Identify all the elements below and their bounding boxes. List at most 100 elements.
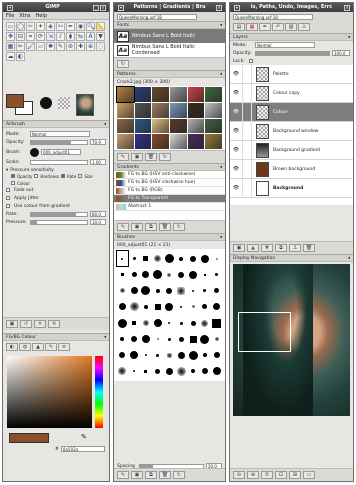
brush-swatch[interactable] (176, 364, 187, 379)
brush-swatch[interactable] (199, 332, 210, 347)
bucket-fill-tool-icon[interactable]: ▼ (96, 32, 105, 41)
gradient-item[interactable]: FG to BG (HSV clockwise hue) (114, 179, 225, 187)
layer-row[interactable]: 👁 Palette (230, 65, 353, 84)
delete-options-icon[interactable]: ✕ (34, 320, 46, 328)
brush-swatch[interactable] (188, 251, 199, 266)
pattern-swatch[interactable] (205, 87, 222, 102)
brush-indicator[interactable] (40, 97, 52, 109)
lower-layer-icon[interactable]: ▼ (261, 244, 273, 252)
brush-swatch[interactable] (141, 348, 152, 363)
pattern-swatch[interactable] (187, 87, 205, 102)
pattern-swatch[interactable] (205, 134, 222, 149)
brush-name-field[interactable]: 000_adjust01 (41, 149, 81, 155)
refresh-pattern-icon[interactable]: ↻ (159, 153, 171, 161)
new-pattern-icon[interactable]: ▣ (131, 153, 143, 161)
brush-swatch[interactable] (116, 249, 129, 268)
brush-swatch[interactable] (176, 316, 187, 331)
brush-swatch[interactable] (117, 299, 128, 314)
brush-swatch[interactable] (199, 364, 210, 379)
brush-swatch[interactable] (176, 283, 187, 298)
pencil-tool-icon[interactable]: ✏ (16, 42, 25, 51)
zoom-tool-icon[interactable]: 🔍 (86, 22, 95, 31)
perspective-clone-tool-icon[interactable]: ⊕ (86, 42, 95, 51)
brush-swatch[interactable] (117, 316, 128, 331)
visibility-eye-icon[interactable]: 👁 (230, 185, 242, 191)
panel-menu-icon[interactable]: ◂ (220, 234, 222, 240)
brush-swatch[interactable] (199, 316, 210, 331)
panel-menu-icon[interactable]: ◂ (348, 34, 350, 40)
brush-swatch[interactable] (152, 348, 163, 363)
gradient-item[interactable]: FG to Transparent (114, 195, 225, 203)
brush-swatch[interactable] (141, 316, 152, 331)
pattern-swatch[interactable] (116, 86, 135, 103)
brush-swatch[interactable] (129, 267, 140, 282)
refresh-fonts-icon[interactable]: ↻ (117, 60, 129, 68)
pressure-rate-checkbox[interactable]: Rate (61, 174, 76, 179)
brush-swatch[interactable] (199, 299, 210, 314)
pattern-swatch[interactable] (169, 102, 187, 118)
brush-swatch[interactable] (188, 316, 199, 331)
raise-layer-icon[interactable]: ▲ (247, 244, 259, 252)
zoom-fit-icon[interactable]: ⊡ (275, 471, 287, 479)
shear-tool-icon[interactable]: ⫽ (56, 32, 65, 41)
brush-swatch[interactable] (211, 283, 222, 298)
brush-swatch[interactable] (152, 283, 163, 298)
duplicate-layer-icon[interactable]: ⧉ (275, 244, 287, 252)
pattern-swatch[interactable] (152, 134, 169, 149)
use-gradient-checkbox[interactable]: Use colour from gradient (14, 204, 70, 209)
scale-slider[interactable] (30, 159, 88, 165)
scale-value[interactable]: 1.00 (90, 159, 106, 165)
new-gradient-icon[interactable]: ▣ (131, 223, 143, 231)
chain-toggle[interactable] (242, 141, 252, 159)
gradient-item[interactable]: FG to BG (RGB) (114, 187, 225, 195)
brush-swatch[interactable] (152, 251, 163, 266)
select-by-color-tool-icon[interactable]: ◈ (46, 22, 55, 31)
fg-color-swatch[interactable] (6, 94, 24, 108)
brush-swatch[interactable] (164, 299, 175, 314)
image-thumbnail[interactable] (76, 94, 94, 116)
color-picker-tool-icon[interactable]: ◉ (76, 22, 85, 31)
pressure-slider[interactable] (30, 219, 88, 225)
pattern-swatch[interactable] (187, 102, 205, 118)
scale-tool-icon[interactable]: ⇲ (46, 32, 55, 41)
layer-row[interactable]: 👁 Colour copy (230, 84, 353, 103)
brush-swatch[interactable] (211, 299, 222, 314)
pattern-swatch[interactable] (169, 87, 187, 102)
brush-swatch[interactable] (176, 332, 187, 347)
opacity-value[interactable]: 70.9 (90, 139, 106, 145)
paths-tool-icon[interactable]: ✒ (66, 22, 75, 31)
delete-brush-icon[interactable]: 🗑 (159, 471, 171, 479)
heal-tool-icon[interactable]: ✚ (76, 42, 85, 51)
layer-row[interactable]: 👁 Background gradient (230, 141, 353, 160)
pressure-size-checkbox[interactable]: Size (78, 174, 93, 179)
edit-gradient-icon[interactable]: ✎ (117, 223, 129, 231)
hue-strip[interactable] (95, 356, 103, 428)
zoom-out-icon[interactable]: ⊖ (233, 471, 245, 479)
gradient-item[interactable]: FG to BG (HSV anti-clockwise) (114, 171, 225, 179)
brush-swatch[interactable] (129, 348, 140, 363)
lock-alpha-checkbox[interactable] (249, 59, 253, 63)
zoom-1to1-icon[interactable]: ① (261, 471, 273, 479)
restore-options-icon[interactable]: ↺ (20, 320, 32, 328)
zoom-fill-icon[interactable]: ⊞ (289, 471, 301, 479)
brush-swatch[interactable] (152, 332, 163, 347)
navigation-preview[interactable] (233, 264, 350, 416)
edit-pattern-icon[interactable]: ✎ (117, 153, 129, 161)
brush-swatch[interactable] (199, 348, 210, 363)
brush-swatch[interactable] (152, 267, 163, 282)
brush-swatch[interactable] (141, 332, 152, 347)
font-item[interactable]: Aa Nimbus Sans L Bold Italic Condensed (114, 43, 225, 57)
brush-swatch[interactable] (141, 283, 152, 298)
text-tool-icon[interactable]: A (86, 32, 95, 41)
errors-tab-icon[interactable]: ⚠ (298, 23, 310, 31)
eraser-tool-icon[interactable]: ▱ (36, 42, 45, 51)
rect-select-tool-icon[interactable]: ▭ (6, 22, 15, 31)
pattern-swatch[interactable] (117, 102, 134, 118)
undo-tab-icon[interactable]: ↶ (272, 23, 284, 31)
brush-swatch[interactable] (129, 316, 140, 331)
panel-menu-icon[interactable]: ◂ (220, 22, 222, 28)
brush-swatch[interactable] (211, 348, 222, 363)
scissors-tool-icon[interactable]: ✄ (56, 22, 65, 31)
delete-gradient-icon[interactable]: 🗑 (159, 223, 171, 231)
crop-tool-icon[interactable]: ⌗ (26, 32, 35, 41)
